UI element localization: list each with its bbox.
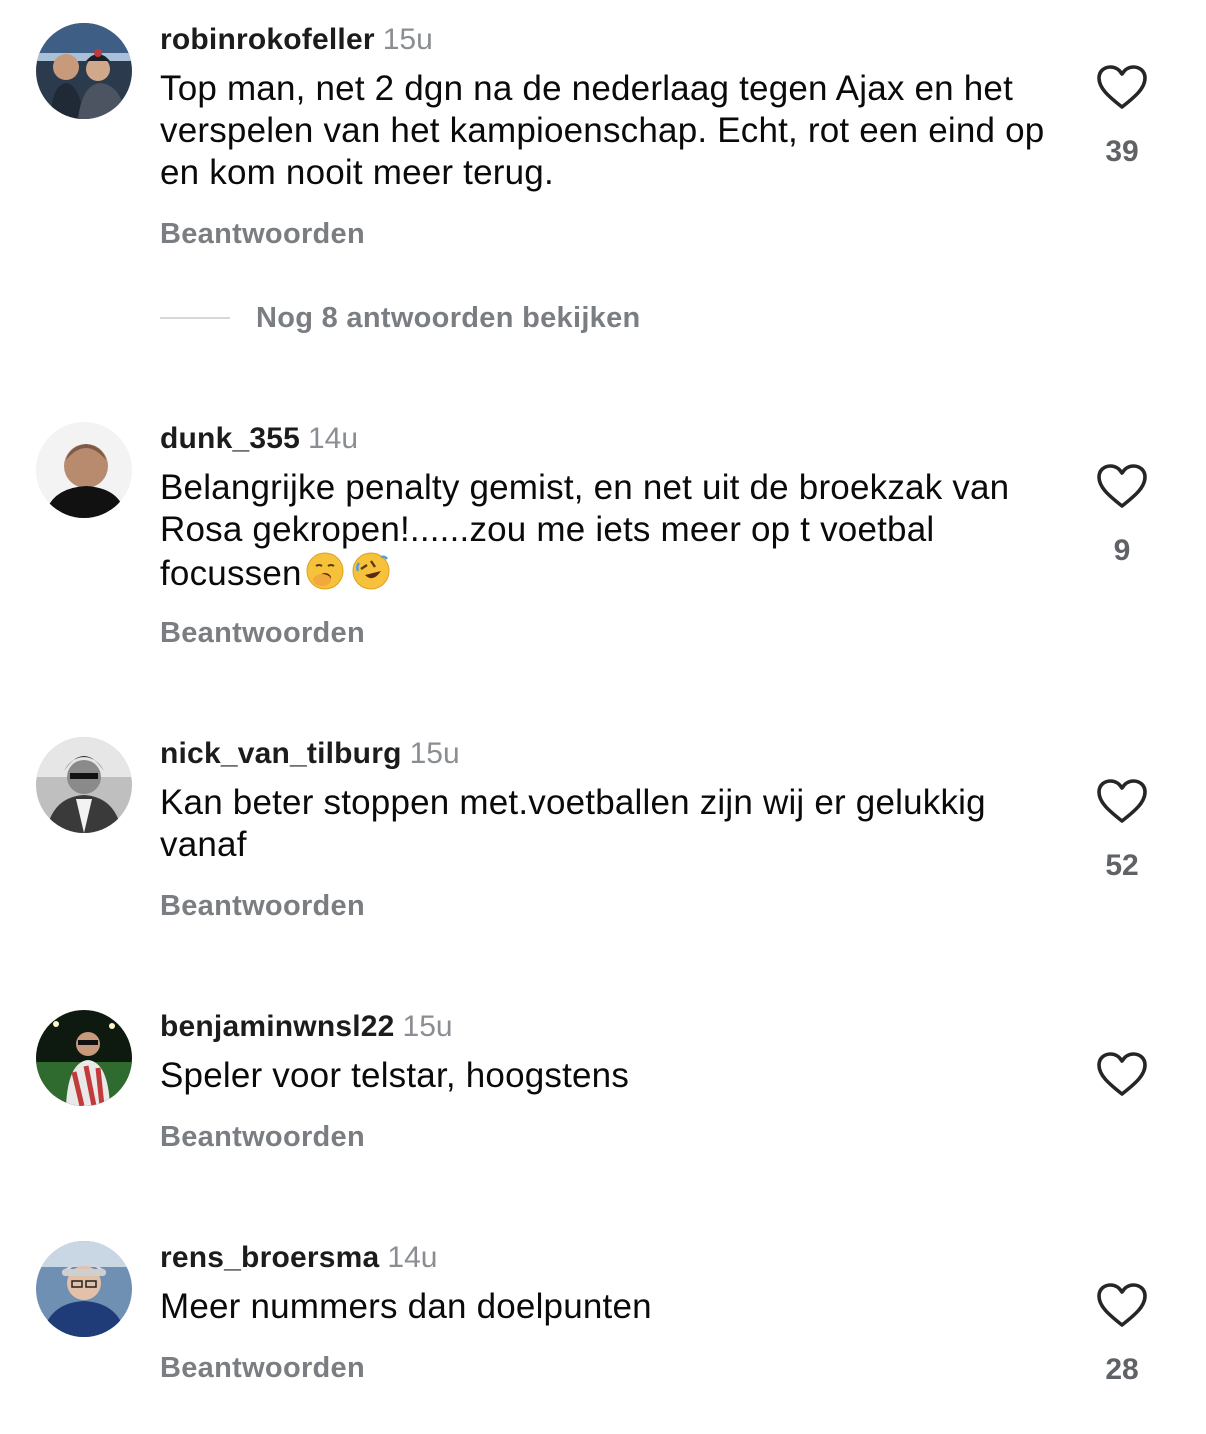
- username[interactable]: dunk_355: [160, 422, 300, 455]
- reply-button[interactable]: Beantwoorden: [160, 1119, 365, 1155]
- divider-line: [160, 317, 230, 319]
- reply-button[interactable]: Beantwoorden: [160, 888, 365, 924]
- comment-meta: rens_broersma 14u: [160, 1240, 437, 1276]
- heart-outline-icon: [1097, 779, 1147, 823]
- like-button[interactable]: [1096, 1051, 1148, 1097]
- comment-meta: nick_van_tilburg 15u: [160, 736, 460, 772]
- comment-text: Kan beter stoppen met.voetballen zijn wi…: [160, 783, 986, 864]
- comment-text-body: Belangrijke penalty gemist, en net uit d…: [160, 468, 1010, 593]
- timestamp: 15u: [402, 1010, 453, 1043]
- rolling-on-floor-laughing-icon: [351, 551, 391, 591]
- comment-text: Speler voor telstar, hoogstens: [160, 1056, 630, 1095]
- comment-text: Belangrijke penalty gemist, en net uit d…: [160, 467, 1060, 595]
- timestamp: 15u: [409, 737, 460, 770]
- comment-text: Top man, net 2 dgn na de nederlaag tegen…: [160, 69, 1045, 192]
- view-more-replies-label: Nog 8 antwoorden bekijken: [256, 302, 641, 334]
- like-count: 28: [1105, 1353, 1139, 1386]
- reply-button[interactable]: Beantwoorden: [160, 216, 365, 252]
- avatar[interactable]: [36, 1241, 132, 1337]
- comment-text: Meer nummers dan doelpunten: [160, 1287, 652, 1326]
- username[interactable]: rens_broersma: [160, 1241, 379, 1274]
- heart-outline-icon: [1097, 464, 1147, 508]
- like-button[interactable]: [1096, 1282, 1148, 1328]
- avatar[interactable]: [36, 1010, 132, 1106]
- yawning-face-icon: [305, 551, 345, 591]
- avatar[interactable]: [36, 737, 132, 833]
- heart-outline-icon: [1097, 1283, 1147, 1327]
- reply-button[interactable]: Beantwoorden: [160, 615, 365, 651]
- like-button[interactable]: [1096, 463, 1148, 509]
- timestamp: 14u: [308, 422, 359, 455]
- like-button[interactable]: [1096, 778, 1148, 824]
- comment-meta: benjaminwnsl22 15u: [160, 1009, 453, 1045]
- comment-meta: robinrokofeller 15u: [160, 22, 433, 58]
- like-button[interactable]: [1096, 64, 1148, 110]
- avatar[interactable]: [36, 422, 132, 518]
- heart-outline-icon: [1097, 65, 1147, 109]
- username[interactable]: robinrokofeller: [160, 23, 375, 56]
- username[interactable]: nick_van_tilburg: [160, 737, 402, 770]
- like-count: 39: [1105, 135, 1139, 168]
- heart-outline-icon: [1097, 1052, 1147, 1096]
- timestamp: 15u: [382, 23, 433, 56]
- timestamp: 14u: [387, 1241, 438, 1274]
- like-count: 52: [1105, 849, 1139, 882]
- like-count: 9: [1113, 534, 1131, 567]
- username[interactable]: benjaminwnsl22: [160, 1010, 395, 1043]
- comment-meta: dunk_355 14u: [160, 421, 358, 457]
- avatar[interactable]: [36, 23, 132, 119]
- reply-button[interactable]: Beantwoorden: [160, 1350, 365, 1386]
